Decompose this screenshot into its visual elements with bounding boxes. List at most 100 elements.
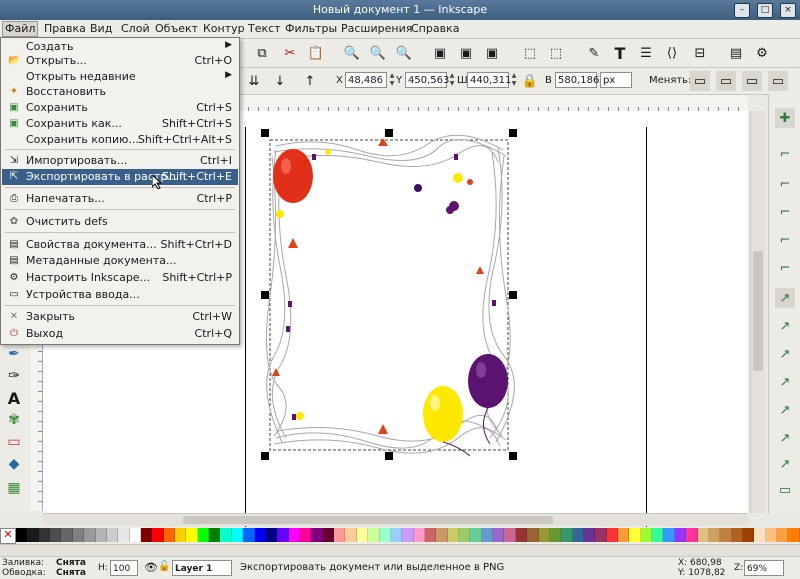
x-spin-icon[interactable]: ▲ ▼	[388, 72, 396, 88]
palette-swatch[interactable]	[754, 528, 766, 542]
cut-icon[interactable]: ✂	[280, 43, 300, 63]
menu-help[interactable]: Справка	[409, 22, 461, 36]
fill-stroke-icon[interactable]: ✎	[584, 43, 604, 63]
palette-swatch[interactable]	[618, 528, 630, 542]
menu-item-metadata[interactable]: ▤ Метаданные документа...	[2, 253, 238, 269]
palette-swatch[interactable]	[345, 528, 357, 542]
fill-value[interactable]: Снята	[56, 558, 86, 568]
menu-item-close[interactable]: ✕ Закрыть Ctrl+W	[2, 309, 238, 325]
palette-swatch[interactable]	[50, 528, 62, 542]
snap-center-icon[interactable]: ↗	[775, 428, 795, 448]
snap-path-icon[interactable]: ↗	[775, 316, 795, 336]
palette-swatch[interactable]	[731, 528, 743, 542]
snap-bbox-edge-icon[interactable]: ⌐	[775, 174, 795, 194]
menu-item-document-properties[interactable]: ▤ Свойства документа... Shift+Ctrl+D	[2, 237, 238, 253]
palette-swatch[interactable]	[402, 528, 414, 542]
snap-smooth-icon[interactable]: ↗	[775, 372, 795, 392]
vertical-scroll-thumb[interactable]	[753, 251, 763, 371]
menu-item-export-bitmap[interactable]: ⇱ Экспортировать в растр... Shift+Ctrl+E	[2, 169, 238, 185]
menu-item-print[interactable]: ⎙ Напечатать... Ctrl+P	[2, 191, 238, 207]
palette-swatch[interactable]	[152, 528, 164, 542]
palette-swatch[interactable]	[129, 528, 141, 542]
menu-item-save[interactable]: ▣ Сохранить Ctrl+S	[2, 100, 238, 116]
palette-swatch[interactable]	[209, 528, 221, 542]
palette-swatch[interactable]	[595, 528, 607, 542]
palette-swatch[interactable]	[140, 528, 153, 542]
palette-swatch[interactable]	[106, 528, 119, 542]
ungroup-icon[interactable]: ⬚	[546, 43, 566, 63]
palette-swatch[interactable]	[175, 528, 187, 542]
palette-swatch[interactable]	[72, 528, 85, 542]
palette-swatch[interactable]	[84, 528, 96, 542]
width-spin-icon[interactable]: ▲ ▼	[510, 72, 518, 88]
menu-item-save-copy[interactable]: Сохранить копию... Shift+Ctrl+Alt+S	[2, 132, 238, 148]
menu-item-preferences[interactable]: ⚙ Настроить Inkscape... Shift+Ctrl+P	[2, 270, 238, 286]
palette-swatch[interactable]	[413, 528, 425, 542]
scale-stroke-icon[interactable]: ▭	[690, 71, 710, 91]
menu-layer[interactable]: Слой	[119, 22, 152, 36]
menu-item-open-recent[interactable]: Открыть недавние ▶	[2, 69, 238, 85]
scale-corners-icon[interactable]: ▭	[716, 71, 736, 91]
preferences-icon[interactable]: ⚙	[752, 43, 772, 63]
menu-item-input-devices[interactable]: ▭ Устройства ввода...	[2, 287, 238, 303]
horizontal-scroll-thumb[interactable]	[183, 516, 553, 524]
copy-icon[interactable]: ⧉	[252, 43, 272, 63]
menu-item-import[interactable]: ⇲ Импортировать... Ctrl+I	[2, 153, 238, 169]
palette-swatch[interactable]	[572, 528, 584, 542]
palette-swatch[interactable]	[220, 528, 232, 542]
palette-swatch[interactable]	[243, 528, 255, 542]
calligraphy-tool-icon[interactable]: ✒	[4, 344, 24, 364]
handle-bottom[interactable]	[385, 452, 393, 460]
palette-swatch[interactable]	[674, 528, 687, 542]
palette-swatch[interactable]	[322, 528, 335, 542]
palette-swatch[interactable]	[265, 528, 278, 542]
palette-swatch[interactable]	[788, 528, 800, 542]
bucket-tool-icon[interactable]: ◆	[4, 454, 24, 474]
lower-icon[interactable]: ↓	[270, 71, 290, 91]
palette-swatch[interactable]	[697, 528, 709, 542]
handle-bottom-left[interactable]	[261, 452, 269, 460]
zoom-page-icon[interactable]: 🔍	[394, 43, 414, 63]
menu-item-open[interactable]: 📂 Открыть... Ctrl+O	[2, 53, 238, 69]
menu-filters[interactable]: Фильтры	[283, 22, 339, 36]
palette-swatch[interactable]	[118, 528, 130, 542]
align-icon[interactable]: ⊟	[690, 43, 710, 63]
palette-swatch[interactable]	[527, 528, 539, 542]
opacity-field[interactable]: 100	[110, 560, 138, 576]
palette-swatch[interactable]	[424, 528, 437, 542]
vertical-scrollbar[interactable]	[750, 111, 765, 513]
xml-editor-icon[interactable]: ⟨⟩	[662, 43, 682, 63]
palette-swatch[interactable]	[777, 528, 789, 542]
palette-swatch[interactable]	[493, 528, 505, 542]
palette-swatch[interactable]	[765, 528, 778, 542]
clone-icon[interactable]: ▣	[456, 43, 476, 63]
handle-left[interactable]	[261, 291, 269, 299]
layers-icon[interactable]: ☰	[636, 43, 656, 63]
palette-swatch[interactable]	[288, 528, 300, 542]
snap-rotation-icon[interactable]: ↗	[775, 454, 795, 474]
palette-swatch[interactable]	[436, 528, 448, 542]
raise-icon[interactable]: ↑	[300, 71, 320, 91]
palette-swatch[interactable]	[549, 528, 562, 542]
menu-item-vacuum-defs[interactable]: ✿ Очистить defs	[2, 214, 238, 230]
palette-swatch[interactable]	[652, 528, 664, 542]
palette-swatch[interactable]	[27, 528, 39, 542]
zoom-selection-icon[interactable]: 🔍	[342, 43, 362, 63]
palette-swatch[interactable]	[629, 528, 641, 542]
menu-extensions[interactable]: Расширения	[339, 22, 414, 36]
text-font-icon[interactable]: T	[610, 43, 630, 63]
palette-swatch[interactable]	[720, 528, 732, 542]
palette-swatch[interactable]	[334, 528, 346, 542]
palette-swatch[interactable]	[481, 528, 494, 542]
palette-swatch[interactable]	[379, 528, 391, 542]
palette-swatch[interactable]	[504, 528, 516, 542]
snap-bbox-center-icon[interactable]: ⌐	[775, 258, 795, 278]
snap-midpoint-icon[interactable]: ↗	[775, 400, 795, 420]
layer-visibility-icon[interactable]: 👁	[144, 561, 158, 574]
palette-swatch[interactable]	[538, 528, 550, 542]
palette-swatch[interactable]	[606, 528, 619, 542]
lock-icon[interactable]: 🔒	[520, 71, 540, 91]
unlink-clone-icon[interactable]: ▣	[482, 43, 502, 63]
palette-swatch[interactable]	[390, 528, 403, 542]
snap-page-icon[interactable]: ▭	[775, 480, 795, 500]
